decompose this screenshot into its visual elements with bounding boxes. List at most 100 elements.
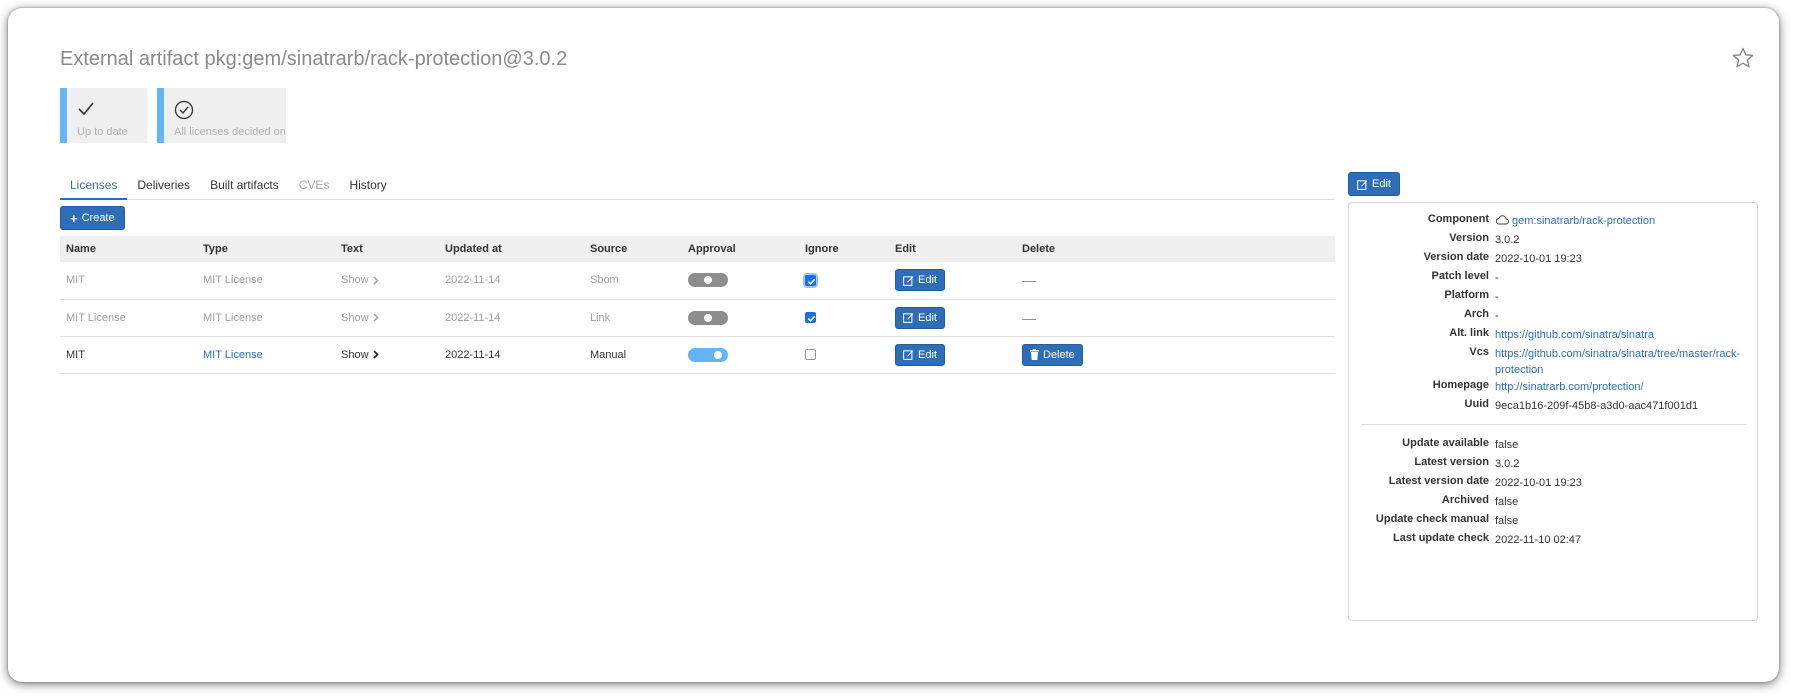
tab-cves[interactable]: CVEs — [289, 174, 340, 200]
tab-deliveries[interactable]: Deliveries — [127, 174, 200, 200]
ignore-checkbox[interactable] — [805, 349, 816, 361]
detail-label: Latest version — [1414, 456, 1489, 468]
status-card-licenses-decided: All licenses decided on — [157, 88, 286, 143]
check-icon — [78, 102, 94, 116]
component-link[interactable]: gem:sinatrarb/rack-protection — [1512, 215, 1655, 227]
updated-at: 2022-11-14 — [439, 262, 584, 300]
table-row: MIT MIT License Show 2022-11-14 Sbom Edi… — [60, 262, 1335, 300]
table-header-row: Name Type Text Updated at Source Approva… — [60, 236, 1335, 262]
detail-value: false — [1495, 439, 1519, 451]
edit-label: Edit — [918, 348, 937, 361]
edit-license-button[interactable]: Edit — [895, 343, 945, 366]
license-type-link[interactable]: MIT License — [203, 312, 263, 324]
column-header-source[interactable]: Source — [584, 236, 682, 262]
show-text-link[interactable]: Show — [341, 312, 379, 324]
table-row: MIT License MIT License Show 2022-11-14 … — [60, 299, 1335, 337]
create-license-button[interactable]: + Create — [60, 206, 125, 230]
status-card-label: All licenses decided on — [174, 126, 286, 138]
edit-license-button[interactable]: Edit — [895, 306, 945, 329]
license-source: Sbom — [584, 262, 682, 300]
show-text-link[interactable]: Show — [341, 349, 379, 361]
detail-row-vcs: Vcs https://github.com/sinatra/sinatra/t… — [1349, 346, 1759, 378]
homepage-link[interactable]: http://sinatrarb.com/protection/ — [1495, 381, 1644, 393]
delete-license-button[interactable]: Delete — [1022, 343, 1083, 366]
detail-label: Platform — [1444, 289, 1489, 301]
edit-icon — [903, 313, 914, 323]
edit-license-button[interactable]: Edit — [895, 269, 945, 292]
detail-row-homepage: Homepage http://sinatrarb.com/protection… — [1349, 379, 1759, 399]
detail-value: https://github.com/sinatra/sinatra — [1495, 327, 1745, 343]
table-row: MIT MIT License Show 2022-11-14 Manual E… — [60, 336, 1335, 374]
cloud-icon — [1495, 215, 1509, 225]
show-label: Show — [341, 348, 369, 361]
column-header-type[interactable]: Type — [197, 236, 335, 262]
detail-label: Update check manual — [1375, 513, 1489, 525]
show-text-link[interactable]: Show — [341, 274, 379, 286]
detail-label: Archived — [1441, 494, 1489, 506]
trash-icon — [1030, 349, 1039, 360]
detail-row-update-check-manual: Update check manual false — [1349, 513, 1759, 533]
column-header-approval[interactable]: Approval — [682, 236, 799, 262]
approval-toggle[interactable] — [688, 347, 728, 362]
column-header-delete: Delete — [1016, 236, 1335, 262]
license-name: MIT — [60, 262, 197, 300]
tab-bar: Licenses Deliveries Built artifacts CVEs… — [60, 174, 1335, 200]
ignore-checkbox[interactable] — [805, 274, 816, 286]
detail-row-platform: Platform - — [1349, 289, 1759, 309]
detail-value: - — [1495, 291, 1499, 303]
tab-built-artifacts[interactable]: Built artifacts — [200, 174, 289, 200]
detail-row-patch-level: Patch level - — [1349, 270, 1759, 290]
column-header-text[interactable]: Text — [335, 236, 439, 262]
tab-history[interactable]: History — [339, 174, 396, 200]
detail-label: Alt. link — [1449, 327, 1489, 339]
detail-label: Component — [1427, 213, 1489, 225]
detail-value: - — [1495, 310, 1499, 322]
detail-row-last-update-check: Last update check 2022-11-10 02:47 — [1349, 532, 1759, 552]
column-header-ignore[interactable]: Ignore — [799, 236, 889, 262]
show-label: Show — [341, 311, 369, 324]
chevron-right-icon — [372, 350, 379, 359]
detail-row-version-date: Version date 2022-10-01 19:23 — [1349, 251, 1759, 271]
detail-row-arch: Arch - — [1349, 308, 1759, 328]
updated-at: 2022-11-14 — [439, 299, 584, 337]
detail-row-latest-version: Latest version 3.0.2 — [1349, 456, 1759, 476]
edit-label: Edit — [918, 311, 937, 324]
detail-value: 9eca1b16-209f-45b8-a3d0-aac471f001d1 — [1495, 400, 1699, 412]
no-delete-dash: — — [1022, 272, 1036, 289]
license-name: MIT License — [60, 299, 197, 337]
edit-details-button[interactable]: Edit — [1348, 172, 1400, 196]
chevron-right-icon — [373, 313, 379, 322]
detail-row-update-available: Update available false — [1349, 437, 1759, 457]
approval-toggle[interactable] — [688, 310, 728, 325]
detail-row-latest-version-date: Latest version date 2022-10-01 19:23 — [1349, 475, 1759, 495]
column-header-updated-at[interactable]: Updated at — [439, 236, 584, 262]
detail-row-alt-link: Alt. link https://github.com/sinatra/sin… — [1349, 327, 1759, 347]
license-type-link[interactable]: MIT License — [203, 274, 263, 286]
favorite-star-icon[interactable] — [1731, 46, 1755, 70]
details-panel: Component gem:sinatrarb/rack-protection … — [1348, 202, 1758, 621]
detail-label: Vcs — [1469, 346, 1489, 358]
status-cards: Up to date All licenses decided on — [60, 88, 286, 143]
detail-label: Last update check — [1393, 532, 1489, 544]
license-type-link[interactable]: MIT License — [203, 349, 263, 361]
detail-value: - — [1495, 272, 1499, 284]
detail-value: https://github.com/sinatra/sinatra/tree/… — [1495, 346, 1745, 378]
alt-link[interactable]: https://github.com/sinatra/sinatra — [1495, 329, 1654, 341]
detail-row-archived: Archived false — [1349, 494, 1759, 514]
detail-label: Arch — [1463, 308, 1489, 320]
updated-at: 2022-11-14 — [439, 336, 584, 374]
status-card-up-to-date: Up to date — [60, 88, 147, 143]
detail-label: Version date — [1423, 251, 1489, 263]
vcs-link[interactable]: https://github.com/sinatra/sinatra/tree/… — [1495, 348, 1740, 376]
approval-toggle[interactable] — [688, 273, 728, 288]
tab-licenses[interactable]: Licenses — [60, 174, 128, 200]
edit-icon — [1357, 179, 1368, 190]
license-name: MIT — [60, 336, 197, 374]
plus-icon: + — [70, 210, 78, 226]
detail-value: 3.0.2 — [1495, 234, 1520, 246]
details-divider — [1361, 424, 1747, 425]
column-header-name[interactable]: Name — [60, 236, 197, 262]
ignore-checkbox[interactable] — [805, 312, 816, 324]
edit-icon — [903, 350, 914, 360]
column-header-edit: Edit — [889, 236, 1016, 262]
